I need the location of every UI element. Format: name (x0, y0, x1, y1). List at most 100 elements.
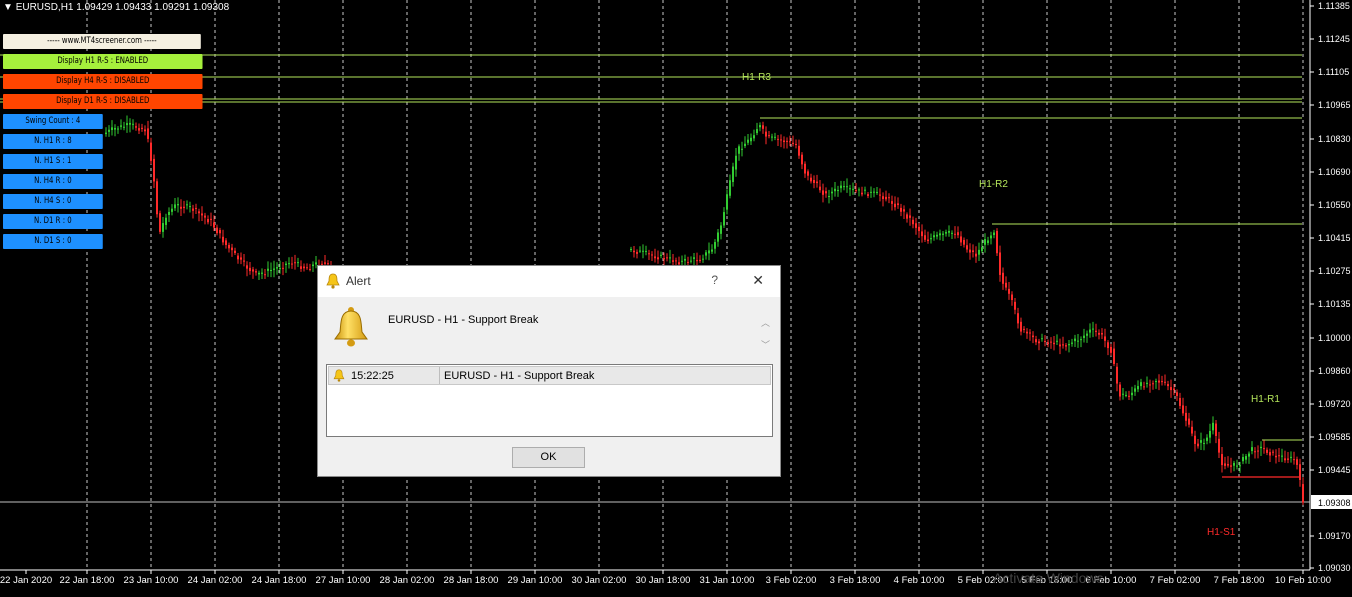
candle-body (951, 232, 953, 234)
candle-body (117, 128, 119, 130)
candle-body (1086, 333, 1088, 336)
candle-body (792, 142, 794, 144)
candle-body (888, 197, 890, 199)
price-label: 1.10830 (1318, 134, 1351, 144)
time-label: 22 Jan 18:00 (60, 575, 115, 586)
candle-body (858, 189, 860, 191)
candle-body (114, 127, 116, 130)
candle-body (720, 225, 722, 234)
candle-body (243, 260, 245, 262)
candle-body (246, 265, 248, 269)
candle-body (1092, 328, 1094, 330)
candle-body (897, 203, 899, 206)
symbol-info: EURUSD,H1 1.09429 1.09433 1.09291 1.0930… (15, 2, 230, 13)
h4-toggle-button[interactable]: Display H4 R-S : DISABLED (3, 74, 203, 89)
candle-body (831, 191, 833, 194)
d1-toggle-button[interactable]: Display D1 R-S : DISABLED (3, 94, 203, 109)
candle-body (1242, 457, 1244, 462)
candle-body (282, 267, 284, 269)
candle-body (288, 263, 290, 265)
price-label: 1.09445 (1318, 465, 1351, 475)
candle-body (1068, 344, 1070, 346)
candle-body (798, 145, 800, 156)
time-label: 10 Feb 10:00 (1275, 575, 1331, 586)
help-button[interactable]: ? (711, 273, 718, 287)
candle-body (789, 141, 791, 143)
collapse-triangle-icon[interactable]: ▼ (3, 2, 13, 13)
candle-body (174, 204, 176, 209)
candle-body (267, 268, 269, 271)
candle-body (651, 254, 653, 256)
candle-body (168, 211, 170, 215)
candle-body (1140, 382, 1142, 387)
dialog-titlebar[interactable]: Alert ? ✕ (318, 266, 780, 297)
candle-body (663, 258, 665, 260)
candle-body (180, 206, 182, 209)
scroll-up-icon[interactable]: ︿ (761, 316, 770, 329)
candle-body (147, 128, 149, 139)
candle-body (996, 230, 998, 254)
list-item[interactable]: 15:22:25 EURUSD - H1 - Support Break (328, 366, 771, 385)
candle-body (1149, 384, 1151, 386)
candle-body (786, 140, 788, 142)
candle-body (834, 188, 836, 192)
candle-body (1104, 336, 1106, 341)
candle-body (873, 191, 875, 193)
close-button[interactable]: ✕ (752, 272, 764, 289)
bell-large-icon (334, 307, 368, 347)
candle-body (981, 247, 983, 252)
candle-body (1227, 464, 1229, 466)
candle-body (1299, 464, 1301, 480)
price-label: 1.10690 (1318, 167, 1351, 177)
candle-body (1221, 454, 1223, 466)
h1-toggle-button[interactable]: Display H1 R-S : ENABLED (3, 54, 203, 69)
candle-body (726, 194, 728, 210)
candle-body (636, 251, 638, 254)
candle-body (126, 123, 128, 126)
candle-body (972, 250, 974, 253)
candle-body (249, 267, 251, 272)
candle-body (1083, 335, 1085, 339)
candle-body (327, 263, 329, 265)
candle-body (273, 268, 275, 270)
scroll-down-icon[interactable]: ﹀ (761, 338, 770, 351)
time-label: 24 Jan 02:00 (188, 575, 243, 586)
alert-dialog: Alert ? ✕ EURUSD - H1 - Support Break ︿ … (317, 265, 781, 477)
swing-count-label: Swing Count : 4 (3, 114, 103, 129)
candle-body (261, 272, 263, 274)
candle-body (810, 177, 812, 182)
candle-body (279, 268, 281, 270)
candle-body (702, 258, 704, 260)
candle-body (765, 131, 767, 137)
candle-body (1287, 458, 1289, 460)
time-label: 29 Jan 10:00 (508, 575, 563, 586)
alert-history-list[interactable]: 15:22:25 EURUSD - H1 - Support Break (326, 364, 773, 437)
candle-body (1290, 456, 1292, 458)
candle-body (912, 219, 914, 225)
candle-body (672, 260, 674, 262)
candle-body (861, 192, 863, 195)
candle-body (165, 217, 167, 225)
h1-support-count: N. H1 S : 1 (3, 154, 103, 169)
candle-body (300, 266, 302, 269)
candle-body (1194, 435, 1196, 444)
candle-body (1101, 333, 1103, 335)
candle-body (660, 254, 662, 256)
message-area: EURUSD - H1 - Support Break ︿ ﹀ (326, 302, 772, 354)
candle-body (1281, 455, 1283, 457)
price-label: 1.09030 (1318, 563, 1351, 573)
candle-body (192, 208, 194, 211)
candle-body (675, 260, 677, 262)
candle-body (1248, 453, 1250, 457)
candle-body (945, 232, 947, 234)
time-label: 31 Jan 10:00 (700, 575, 755, 586)
price-label: 1.11385 (1318, 1, 1350, 11)
candle-body (717, 232, 719, 242)
candle-body (795, 143, 797, 145)
bell-icon (333, 369, 345, 382)
ok-button[interactable]: OK (512, 447, 585, 468)
candle-body (171, 208, 173, 212)
candle-body (285, 263, 287, 266)
candle-body (1158, 380, 1160, 383)
candle-body (759, 125, 761, 128)
